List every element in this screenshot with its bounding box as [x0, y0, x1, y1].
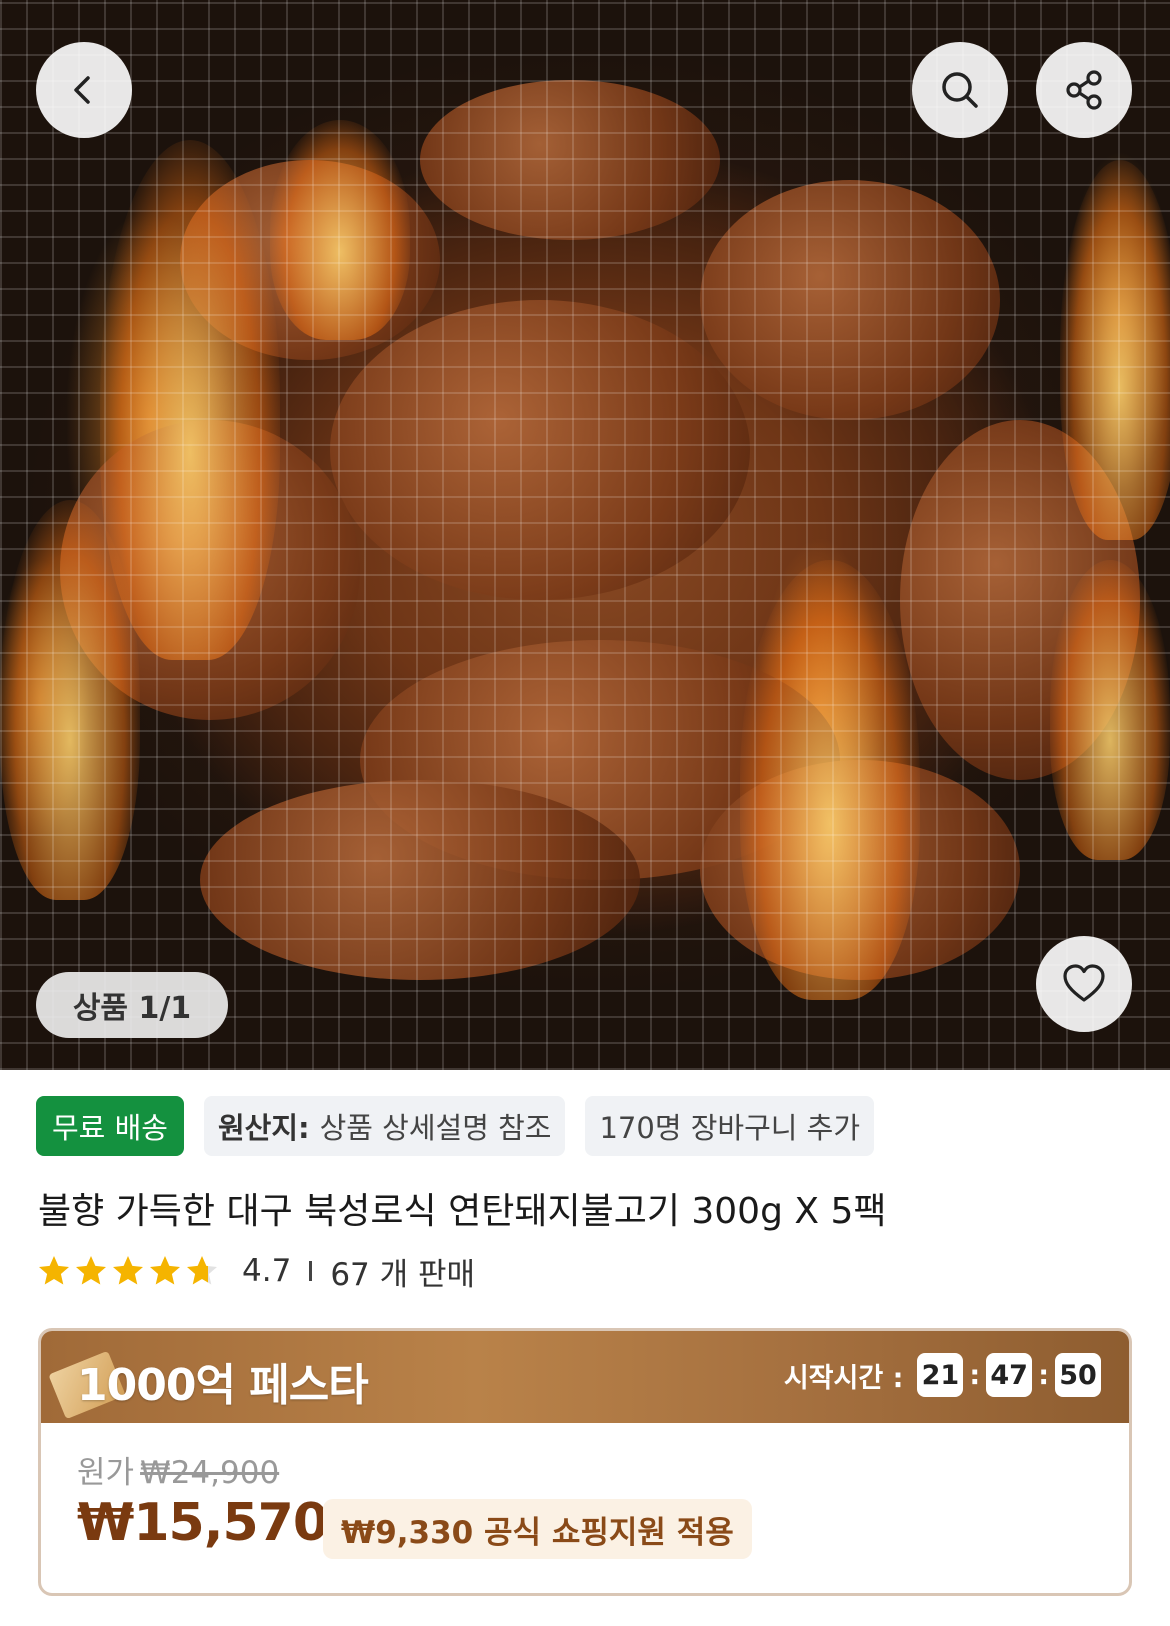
original-price-row: 원가 ₩24,900 [77, 1447, 279, 1492]
star-icon [39, 1256, 69, 1285]
promo-title: 1000억 페스타 [77, 1360, 369, 1411]
rating-row[interactable]: 4.7 67 개 판매 [36, 1248, 475, 1294]
timer-colon: : [969, 1359, 981, 1391]
grill-grate [0, 0, 1170, 1070]
origin-label: 원산지: [217, 1111, 310, 1145]
sold-count: 67 개 판매 [330, 1256, 476, 1293]
tag-row: 무료 배송 원산지: 상품 상세설명 참조 170명 장바구니 추가 [36, 1096, 875, 1156]
timer-minutes: 47 [986, 1353, 1033, 1397]
promo-header: 1000억 페스타 시작시간 : 21 : 47 : 50 [41, 1331, 1129, 1423]
share-button[interactable] [1036, 42, 1132, 138]
divider [309, 1261, 313, 1281]
share-icon [1066, 70, 1102, 110]
promo-box: 1000억 페스타 시작시간 : 21 : 47 : 50 원가 ₩24,900 … [38, 1328, 1132, 1596]
star-icon [150, 1256, 180, 1285]
heart-icon [1063, 964, 1105, 1002]
sale-price: ₩15,570 [77, 1493, 329, 1553]
star-half-icon [187, 1256, 217, 1285]
original-price: ₩24,900 [140, 1455, 280, 1491]
timer-seconds: 50 [1055, 1353, 1101, 1397]
shopping-support-badge: ₩9,330 공식 쇼핑지원 적용 [323, 1499, 752, 1559]
rating-value: 4.7 [242, 1253, 292, 1289]
search-icon [942, 72, 978, 108]
image-counter: 상품 1/1 [36, 972, 228, 1038]
timer-hours: 21 [917, 1353, 964, 1397]
star-icon [76, 1256, 106, 1285]
free-shipping-badge: 무료 배송 [36, 1096, 184, 1156]
wishlist-button[interactable] [1036, 936, 1132, 1032]
star-icon [113, 1256, 143, 1285]
timer-label: 시작시간 : [783, 1362, 904, 1394]
product-title: 불향 가득한 대구 북성로식 연탄돼지불고기 300g X 5팩 [38, 1191, 887, 1232]
chevron-left-icon [74, 76, 90, 104]
search-button[interactable] [912, 42, 1008, 138]
cart-count-badge: 170명 장바구니 추가 [585, 1096, 875, 1156]
back-button[interactable] [36, 42, 132, 138]
origin-badge: 원산지: 상품 상세설명 참조 [203, 1096, 566, 1156]
original-price-label: 원가 [77, 1455, 135, 1491]
origin-value: 상품 상세설명 참조 [319, 1111, 552, 1145]
countdown-timer: 시작시간 : 21 : 47 : 50 [784, 1353, 1101, 1397]
timer-colon: : [1038, 1359, 1049, 1391]
star-rating [36, 1253, 220, 1289]
product-image[interactable] [0, 0, 1170, 1070]
